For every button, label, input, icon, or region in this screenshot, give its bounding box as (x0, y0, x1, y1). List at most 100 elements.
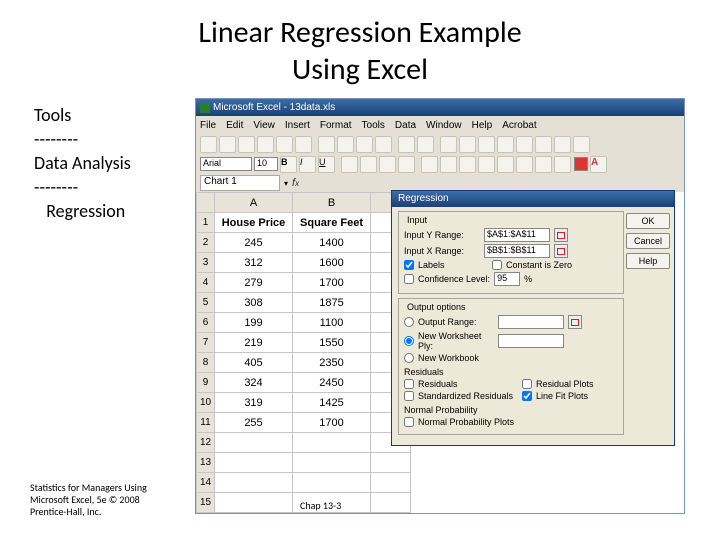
residuals-checkbox[interactable] (404, 379, 414, 389)
row-header[interactable]: 10 (197, 393, 215, 413)
merge-icon[interactable] (398, 156, 415, 173)
cell[interactable] (215, 473, 293, 493)
borders-icon[interactable] (554, 156, 571, 173)
residual-plots-checkbox[interactable] (522, 379, 532, 389)
hyperlink-icon[interactable] (440, 136, 457, 153)
menu-insert[interactable]: Insert (285, 120, 310, 131)
y-range-ref-icon[interactable] (554, 228, 568, 242)
cell[interactable] (371, 473, 411, 493)
cell[interactable]: 324 (215, 373, 293, 393)
italic-icon[interactable]: I (299, 156, 316, 173)
std-residuals-checkbox[interactable] (404, 391, 414, 401)
row-header[interactable]: 4 (197, 273, 215, 293)
cell[interactable]: 255 (215, 413, 293, 433)
save-icon[interactable] (238, 136, 255, 153)
menu-file[interactable]: File (200, 120, 216, 131)
worksheet-grid[interactable]: A B 1 House Price Square Feet 22451400 3… (196, 192, 411, 513)
new-icon[interactable] (200, 136, 217, 153)
sort-asc-icon[interactable] (478, 136, 495, 153)
cell[interactable]: House Price (215, 213, 293, 233)
cell[interactable] (215, 493, 293, 513)
row-header[interactable]: 11 (197, 413, 215, 433)
cell[interactable]: 1550 (293, 333, 371, 353)
cancel-button[interactable]: Cancel (626, 233, 670, 249)
help-icon[interactable] (573, 136, 590, 153)
cell[interactable]: 199 (215, 313, 293, 333)
row-header[interactable]: 2 (197, 233, 215, 253)
preview-icon[interactable] (276, 136, 293, 153)
copy-icon[interactable] (337, 136, 354, 153)
y-range-input[interactable]: $A$1:$A$11 (484, 228, 550, 242)
font-size-select[interactable]: 10 (254, 157, 278, 171)
confidence-checkbox[interactable] (404, 274, 414, 284)
row-header[interactable]: 12 (197, 433, 215, 453)
help-button[interactable]: Help (626, 253, 670, 269)
cell[interactable]: 1875 (293, 293, 371, 313)
autosum-icon[interactable] (459, 136, 476, 153)
cell[interactable] (293, 473, 371, 493)
menu-view[interactable]: View (253, 120, 275, 131)
confidence-input[interactable]: 95 (494, 272, 520, 286)
cell[interactable]: 2350 (293, 353, 371, 373)
menu-data[interactable]: Data (395, 120, 416, 131)
row-header[interactable]: 3 (197, 253, 215, 273)
output-range-radio[interactable] (404, 317, 414, 327)
labels-checkbox[interactable] (404, 260, 414, 270)
cell[interactable]: 1400 (293, 233, 371, 253)
menu-help[interactable]: Help (472, 120, 493, 131)
select-all-corner[interactable] (197, 193, 215, 213)
font-select[interactable]: Arial (200, 157, 252, 171)
cut-icon[interactable] (318, 136, 335, 153)
new-worksheet-radio[interactable] (404, 336, 414, 346)
cell[interactable] (293, 433, 371, 453)
fx-icon[interactable]: fx (292, 177, 299, 189)
percent-icon[interactable] (440, 156, 457, 173)
name-box[interactable]: Chart 1 (200, 175, 280, 191)
cell[interactable]: 312 (215, 253, 293, 273)
spell-icon[interactable] (295, 136, 312, 153)
font-color-icon[interactable]: A (590, 156, 607, 173)
align-left-icon[interactable] (341, 156, 358, 173)
chart-wizard-icon[interactable] (516, 136, 533, 153)
menu-acrobat[interactable]: Acrobat (502, 120, 536, 131)
bold-icon[interactable]: B (280, 156, 297, 173)
indent-inc-icon[interactable] (535, 156, 552, 173)
cell[interactable]: 219 (215, 333, 293, 353)
new-workbook-radio[interactable] (404, 353, 414, 363)
zoom-icon[interactable] (554, 136, 571, 153)
dec-inc-icon[interactable] (478, 156, 495, 173)
currency-icon[interactable] (421, 156, 438, 173)
row-header[interactable]: 8 (197, 353, 215, 373)
row-header[interactable]: 1 (197, 213, 215, 233)
output-range-input[interactable] (498, 315, 564, 329)
paste-icon[interactable] (356, 136, 373, 153)
namebox-dropdown-icon[interactable]: ▾ (284, 179, 288, 188)
row-header[interactable]: 13 (197, 453, 215, 473)
undo-icon[interactable] (398, 136, 415, 153)
underline-icon[interactable]: U (318, 156, 335, 173)
cell[interactable]: 1425 (293, 393, 371, 413)
line-fit-checkbox[interactable] (522, 391, 532, 401)
cell[interactable] (215, 433, 293, 453)
align-right-icon[interactable] (379, 156, 396, 173)
redo-icon[interactable] (417, 136, 434, 153)
sort-desc-icon[interactable] (497, 136, 514, 153)
comma-icon[interactable] (459, 156, 476, 173)
cell[interactable]: 1700 (293, 273, 371, 293)
print-icon[interactable] (257, 136, 274, 153)
menu-edit[interactable]: Edit (226, 120, 243, 131)
cell[interactable] (293, 453, 371, 473)
cell[interactable] (371, 453, 411, 473)
fill-color-icon[interactable] (574, 157, 588, 171)
col-header-A[interactable]: A (215, 193, 293, 213)
open-icon[interactable] (219, 136, 236, 153)
cell[interactable]: 1100 (293, 313, 371, 333)
cell[interactable] (215, 453, 293, 473)
cell[interactable]: 245 (215, 233, 293, 253)
align-center-icon[interactable] (360, 156, 377, 173)
cell[interactable]: 2450 (293, 373, 371, 393)
row-header[interactable]: 6 (197, 313, 215, 333)
cell[interactable]: 1600 (293, 253, 371, 273)
normal-prob-checkbox[interactable] (404, 417, 414, 427)
menu-tools[interactable]: Tools (362, 120, 385, 131)
